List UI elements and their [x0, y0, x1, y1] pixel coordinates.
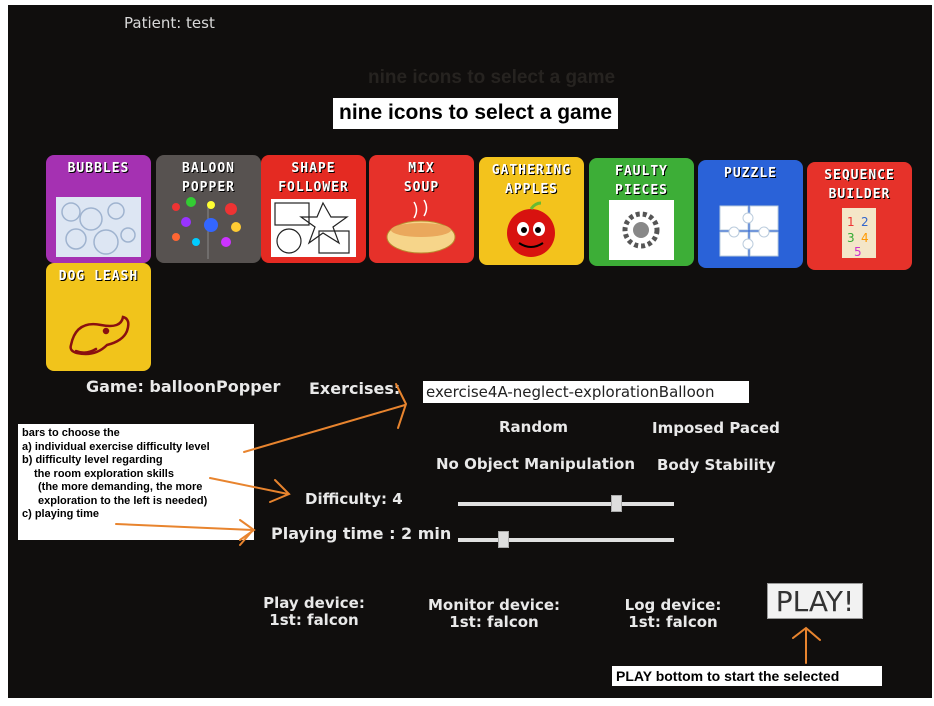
- arrow-exercises: [243, 404, 406, 453]
- annotation-arrows: [115, 383, 821, 664]
- arrow-playing-time: [115, 523, 254, 531]
